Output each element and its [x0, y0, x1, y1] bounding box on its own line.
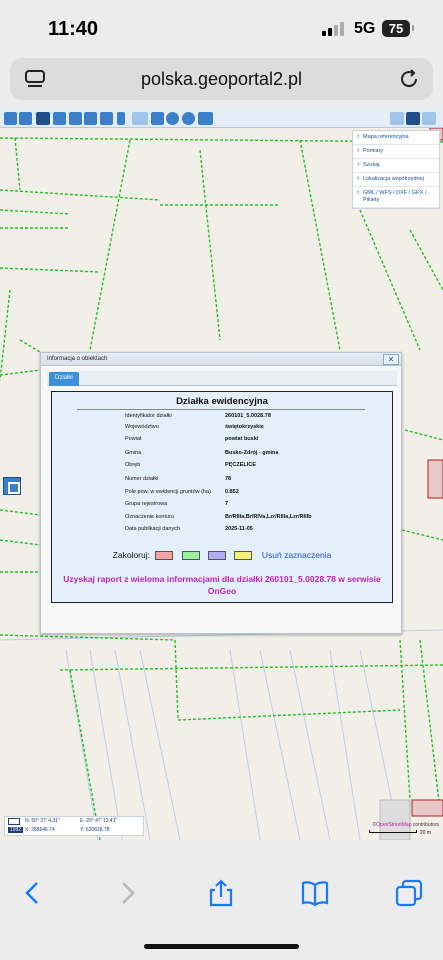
scale-label: 20 m — [419, 830, 431, 836]
side-menu: Mapa referencyjna Pomiary Szukaj Lokaliz… — [352, 130, 440, 209]
zoom-out-icon[interactable] — [19, 112, 32, 125]
row-value: PĘCZELICE — [225, 462, 256, 468]
parcel-info-panel: Działka ewidencyjna Identyfikator działk… — [51, 391, 393, 603]
video-icon[interactable] — [198, 112, 213, 125]
target-icon[interactable] — [182, 112, 195, 125]
color-swatch-red[interactable] — [155, 551, 174, 561]
window-layout-icon[interactable] — [390, 112, 404, 125]
expand-panel-icon[interactable] — [3, 477, 21, 495]
measure-icon[interactable] — [132, 112, 148, 125]
n-coordinate: N: 50° 27' 4.31" — [25, 818, 60, 824]
forward-arrow-icon[interactable] — [84, 112, 97, 125]
row-value: świętokrzyskie — [225, 424, 264, 430]
network-type: 5G — [354, 20, 376, 37]
row-label: Numer działki — [125, 476, 159, 482]
tab-parcels[interactable]: Działki — [49, 372, 79, 386]
status-bar: 11:40 5G 75 — [0, 0, 443, 56]
scale-bar: 20 m — [369, 830, 431, 836]
row-label: Data publikacji danych — [125, 526, 181, 532]
print-icon[interactable] — [151, 112, 164, 125]
dialog-tabs: Działki — [47, 371, 397, 386]
divider — [77, 409, 365, 410]
color-picker: Zakoloruj: Usuń zaznaczenia — [52, 550, 392, 561]
map-toolbar — [0, 110, 443, 128]
forward-icon[interactable] — [112, 878, 142, 908]
color-swatch-green[interactable] — [181, 551, 200, 561]
row-label: Oznaczenie konturu — [125, 514, 174, 520]
coordinate-readout: N: 50° 27' 4.31" E: 20° 47' 13.41" 1992 … — [4, 816, 144, 836]
row-label: Identyfikator działki — [125, 413, 172, 419]
row-value: 0.852 — [225, 489, 239, 495]
link-icon[interactable] — [100, 112, 113, 125]
row-value: 78 — [225, 476, 232, 482]
tabs-icon[interactable] — [394, 878, 424, 908]
row-label: Pole pow. w ewidencji gruntów (ha) — [125, 489, 211, 495]
reload-icon[interactable] — [397, 67, 421, 91]
osm-link[interactable]: OpenStreetMap — [376, 822, 411, 828]
color-swatch-purple[interactable] — [208, 551, 227, 561]
ongeo-report-link[interactable]: Uzyskaj raport z wieloma informacjami dl… — [62, 573, 382, 597]
globe-icon[interactable] — [166, 112, 179, 125]
x-coordinate: X: 288646.74 — [25, 827, 55, 833]
row-value: Br/RIIIa,Br/RIVa,Lzr/RIIIa,Lzr/RIIIb — [225, 514, 312, 520]
menu-item-gml-export[interactable]: GML / WFS / DXF / GPX / Pikiety — [353, 187, 439, 208]
row-value: 2025-11-05 — [225, 526, 253, 532]
row-value: powiat buski — [225, 436, 259, 442]
home-indicator — [144, 944, 299, 949]
row-value: 7 — [225, 501, 229, 507]
back-icon[interactable] — [18, 878, 48, 908]
panel-left-icon[interactable] — [406, 112, 420, 125]
dialog-title: Informacja o obiektach — [47, 356, 108, 362]
bookmarks-icon[interactable] — [300, 878, 330, 908]
cellular-signal-icon — [322, 22, 348, 36]
back-arrow-icon[interactable] — [69, 112, 82, 125]
clear-selection-link[interactable]: Usuń zaznaczenia — [262, 550, 331, 560]
zoom-in-icon[interactable] — [4, 112, 17, 125]
browser-bottom-bar — [0, 840, 443, 960]
close-button[interactable]: ✕ — [383, 354, 399, 365]
row-value: 260101_5.0028.78 — [225, 413, 271, 419]
epsg-badge[interactable]: 1992 — [8, 827, 24, 833]
clock: 11:40 — [48, 18, 99, 40]
row-label: Obręb — [125, 462, 141, 468]
row-value: Busko-Zdrój - gmina — [225, 450, 279, 456]
dialog-titlebar[interactable]: Informacja o obiektach ✕ — [41, 353, 401, 366]
info-icon[interactable] — [117, 112, 125, 125]
panel-heading: Działka ewidencyjna — [176, 396, 268, 407]
object-info-dialog: Informacja o obiektach ✕ Działki Działka… — [40, 352, 402, 634]
color-label: Zakoloruj: — [112, 550, 150, 560]
pan-hand-icon[interactable] — [36, 112, 50, 125]
panel-right-icon[interactable] — [422, 112, 436, 125]
share-icon[interactable] — [206, 878, 236, 908]
menu-item-search[interactable]: Szukaj — [353, 159, 439, 173]
row-label: Województwo — [125, 424, 159, 430]
row-label: Grupa rejestrowa — [125, 501, 168, 507]
row-label: Powiat — [125, 436, 142, 442]
scale-bar-line — [369, 830, 417, 833]
zoom-window-icon[interactable] — [53, 112, 66, 125]
map-view[interactable]: Mapa referencyjna Pomiary Szukaj Lokaliz… — [0, 110, 443, 840]
attribution-suffix: contributors — [411, 822, 439, 828]
crs-icon — [8, 818, 20, 825]
battery-icon: 75 — [382, 20, 414, 37]
color-swatch-yellow[interactable] — [234, 551, 253, 561]
y-coordinate: Y: 620828.78 — [80, 827, 110, 833]
menu-item-coordinate-location[interactable]: Lokalizacja współrzędnej — [353, 173, 439, 187]
menu-item-measurements[interactable]: Pomiary — [353, 145, 439, 159]
row-label: Gmina — [125, 450, 142, 456]
url-text[interactable]: polska.geoportal2.pl — [10, 69, 433, 90]
address-bar[interactable]: polska.geoportal2.pl — [10, 58, 433, 100]
e-coordinate: E: 20° 47' 13.41" — [80, 818, 118, 824]
map-attribution: ©OpenStreetMap contributors — [372, 822, 439, 828]
menu-item-reference-map[interactable]: Mapa referencyjna — [353, 131, 439, 145]
